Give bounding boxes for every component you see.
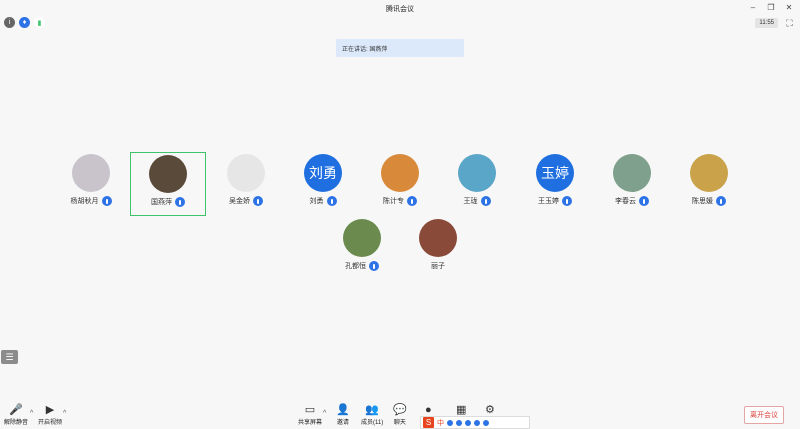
participant-name-row: 刘勇 — [310, 196, 337, 206]
camera-off-icon: ▶ — [45, 404, 55, 416]
participant-name: 杨胡秋月 — [70, 198, 99, 205]
participant-tile[interactable]: 陈计专 — [362, 152, 438, 216]
avatar — [227, 154, 265, 192]
speaking-indicator: 正在讲话: 国燕萍 — [336, 39, 464, 57]
participant-name: 李春云 — [615, 198, 636, 205]
share-screen-button[interactable]: ▭ 共享屏幕 — [298, 404, 322, 426]
status-icons: i ♦ ▮ — [4, 17, 45, 28]
avatar — [690, 154, 728, 192]
start-video-button[interactable]: ▶ 开启视频 — [38, 404, 62, 426]
avatar — [381, 154, 419, 192]
avatar — [419, 219, 457, 257]
mic-muted-icon: 🎤 — [9, 404, 23, 416]
video-caret-icon[interactable]: ^ — [63, 410, 66, 417]
participant-name-row: 国燕萍 — [151, 197, 185, 207]
participant-tile[interactable]: 孔都恒 — [324, 217, 400, 281]
members-icon: 👥 — [365, 404, 379, 416]
avatar — [72, 154, 110, 192]
participant-name: 陈思媛 — [692, 198, 713, 205]
unmute-label: 解除静音 — [4, 420, 29, 426]
participant-name-row: 李春云 — [615, 196, 649, 206]
participant-name: 丽子 — [431, 263, 445, 270]
title-bar: 腾讯会议 – ❐ ✕ — [0, 0, 800, 17]
start-video-label: 开启视频 — [38, 420, 63, 426]
share-caret-icon[interactable]: ^ — [323, 410, 326, 417]
mic-icon — [326, 196, 337, 206]
participant-tile[interactable]: 王珑 — [439, 152, 515, 216]
ime-skin-icon[interactable] — [474, 419, 480, 426]
chat-label: 聊天 — [393, 420, 406, 426]
participant-name: 王玉婷 — [538, 198, 559, 205]
avatar: 玉婷 — [536, 154, 574, 192]
participant-name-row: 吴金娇 — [229, 196, 263, 206]
avatar — [343, 219, 381, 257]
avatar — [458, 154, 496, 192]
participant-tile[interactable]: 李春云 — [594, 152, 670, 216]
participant-tile[interactable]: 杨胡秋月 — [53, 152, 129, 216]
ime-language[interactable]: 中 — [437, 418, 444, 428]
members-button[interactable]: 👥 成员(11) — [361, 404, 383, 426]
sogou-logo-icon: S — [423, 417, 434, 428]
participant-name-row: 丽子 — [431, 261, 445, 271]
members-label: 成员(11) — [361, 420, 384, 426]
participant-name: 国燕萍 — [151, 199, 172, 206]
participant-name-row: 王玉婷 — [538, 196, 572, 206]
ime-status-icon[interactable] — [447, 419, 453, 426]
participant-tile[interactable]: 陈思媛 — [671, 152, 747, 216]
audio-caret-icon[interactable]: ^ — [30, 410, 33, 417]
mic-icon — [716, 196, 726, 206]
restore-button[interactable]: ❐ — [766, 3, 776, 13]
mic-icon — [369, 261, 379, 271]
participant-name: 吴金娇 — [229, 198, 250, 205]
invite-icon: 👤 — [336, 404, 350, 416]
participant-name-row: 陈思媛 — [692, 196, 726, 206]
signal-icon[interactable]: ▮ — [34, 17, 45, 28]
participant-name: 王珑 — [463, 198, 478, 205]
mic-icon — [101, 196, 112, 206]
window-title: 腾讯会议 — [386, 5, 414, 13]
mic-icon — [175, 197, 185, 207]
participant-tile[interactable]: 玉婷 王玉婷 — [517, 152, 593, 216]
ime-toolbar[interactable]: S 中 — [420, 416, 530, 429]
meeting-timer: 11:55 — [755, 18, 778, 28]
avatar — [613, 154, 651, 192]
ime-keyboard-icon[interactable] — [465, 419, 471, 426]
mic-icon — [253, 196, 263, 206]
participant-tile[interactable]: 丽子 — [400, 217, 476, 281]
fullscreen-icon[interactable]: ⛶ — [784, 18, 795, 29]
unmute-button[interactable]: 🎤 解除静音 — [4, 404, 28, 426]
shield-icon[interactable]: ♦ — [19, 17, 30, 28]
participant-name: 孔都恒 — [345, 263, 366, 270]
mic-icon — [562, 196, 572, 206]
share-screen-icon: ▭ — [304, 404, 316, 416]
participant-name-row: 王珑 — [464, 196, 491, 206]
participant-name-row: 杨胡秋月 — [71, 196, 112, 206]
mic-icon — [407, 196, 417, 206]
participant-name-row: 孔都恒 — [345, 261, 379, 271]
mic-icon — [480, 196, 491, 206]
ime-voice-icon[interactable] — [456, 419, 462, 426]
participant-tile[interactable]: 国燕萍 — [130, 152, 206, 216]
avatar: 刘勇 — [304, 154, 342, 192]
info-icon[interactable]: i — [4, 17, 15, 28]
leave-meeting-button[interactable]: 离开会议 — [744, 406, 784, 424]
avatar — [149, 155, 187, 193]
share-screen-label: 共享屏幕 — [298, 420, 323, 426]
invite-label: 邀请 — [336, 420, 349, 426]
invite-button[interactable]: 👤 邀请 — [336, 404, 350, 426]
mic-icon — [639, 196, 649, 206]
chat-button[interactable]: 💬 聊天 — [393, 404, 407, 426]
participant-name: 陈计专 — [383, 198, 404, 205]
ime-tools-icon[interactable] — [483, 419, 489, 426]
list-icon[interactable]: ☰ — [1, 350, 18, 364]
minimize-button[interactable]: – — [748, 3, 758, 13]
participant-tile[interactable]: 吴金娇 — [208, 152, 284, 216]
participant-name-row: 陈计专 — [383, 196, 417, 206]
participant-tile[interactable]: 刘勇 刘勇 — [285, 152, 361, 216]
chat-icon: 💬 — [393, 404, 407, 416]
close-button[interactable]: ✕ — [784, 3, 794, 13]
participant-name: 刘勇 — [309, 198, 324, 205]
